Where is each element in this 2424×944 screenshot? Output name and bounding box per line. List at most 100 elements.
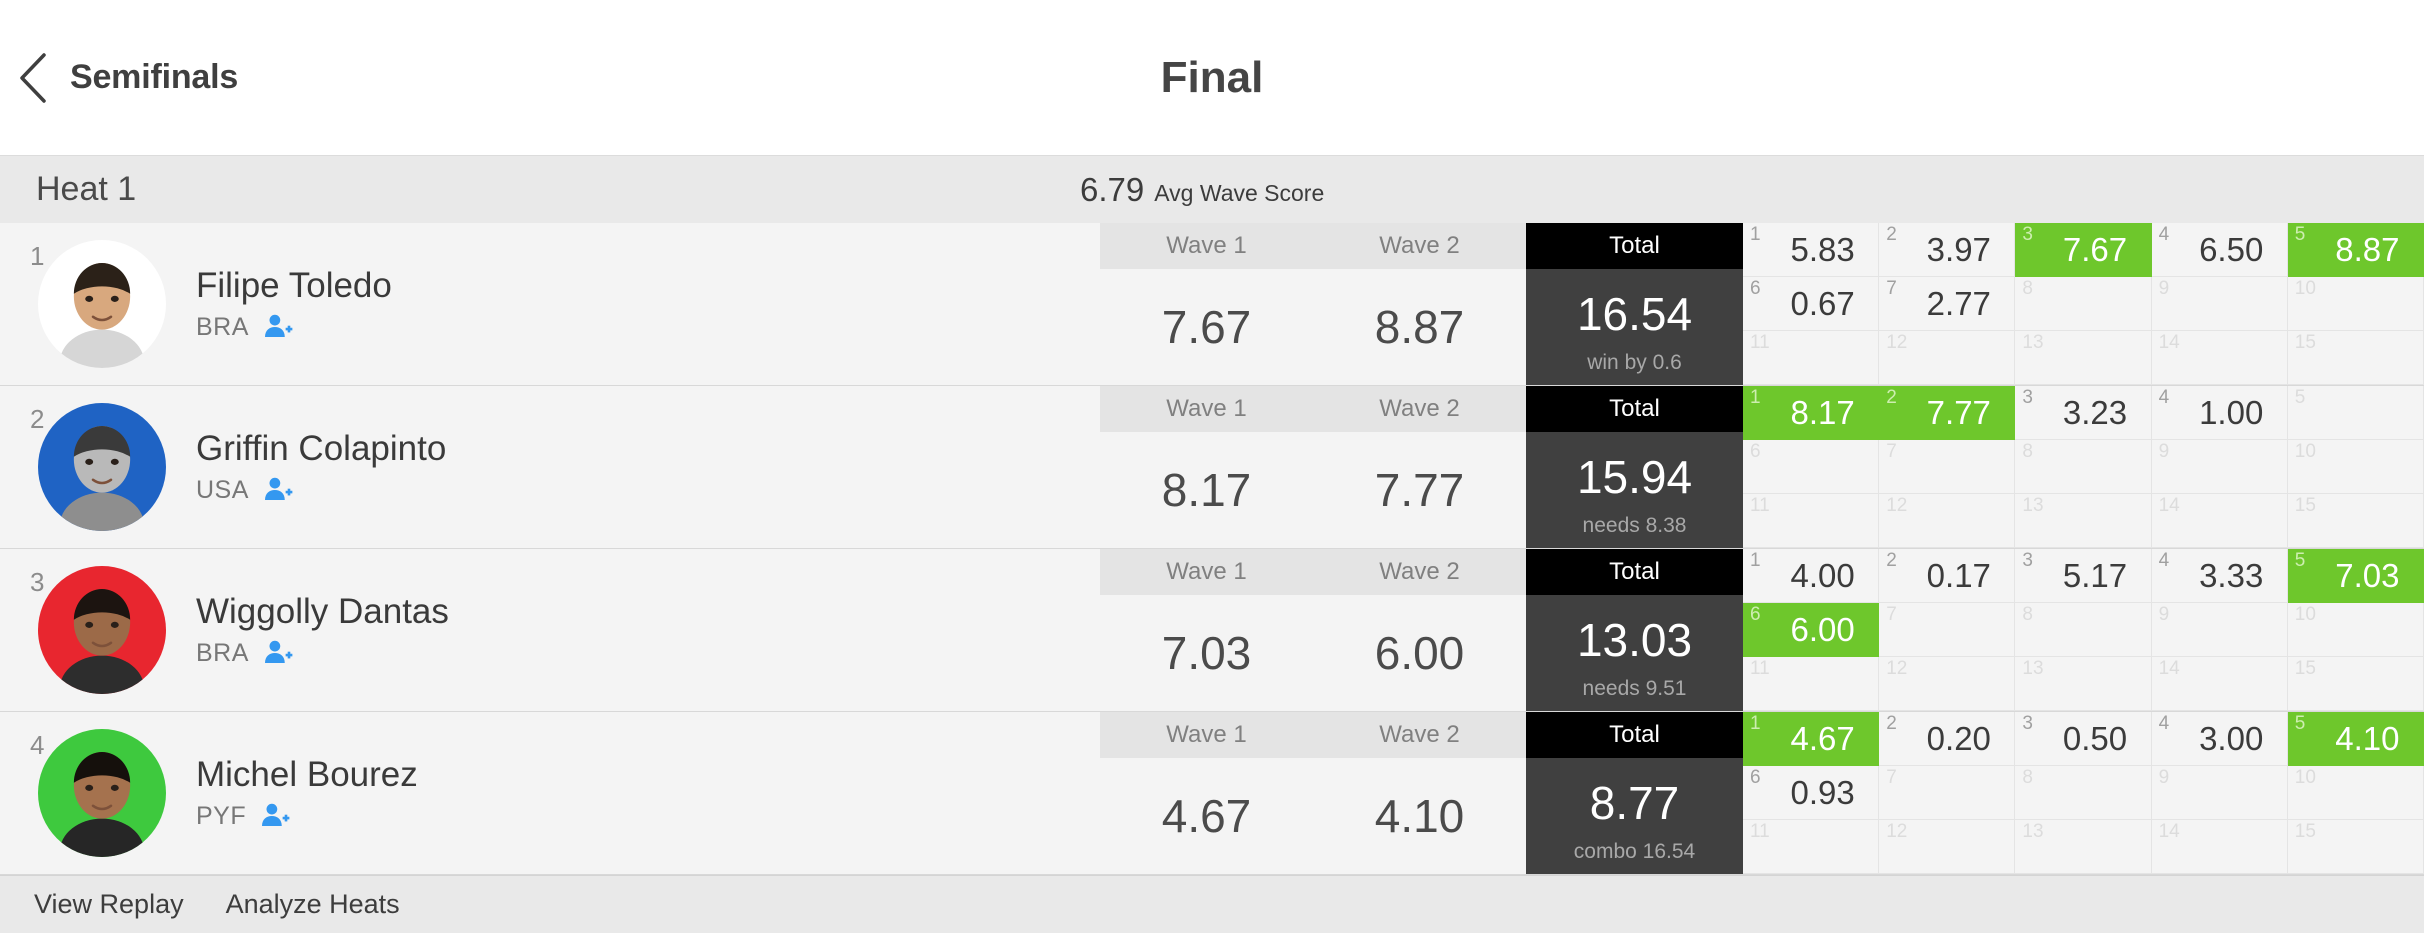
- wave-cell[interactable]: 4 3.00: [2151, 712, 2288, 766]
- wave-cell[interactable]: 3 7.67: [2015, 223, 2152, 277]
- back-to-semifinals-link[interactable]: Semifinals: [0, 52, 238, 104]
- wave-cell[interactable]: 15: [2287, 820, 2424, 874]
- wave-cell[interactable]: 15: [2287, 657, 2424, 711]
- total-score: 13.03: [1576, 614, 1693, 666]
- wave-number: 1: [1750, 387, 1761, 408]
- wave-number: 5: [2294, 387, 2306, 408]
- wave2-column: Wave 2 7.77: [1313, 386, 1526, 548]
- add-person-icon[interactable]: [263, 312, 293, 342]
- wave-score-grid: 1 4.67 2 0.20 3 0.50 4 3.00 5 4.10 6 0.93 7 8 9 10 11 12 1…: [1743, 712, 2424, 874]
- wave-cell[interactable]: 10: [2287, 277, 2424, 331]
- wave-cell[interactable]: 8: [2015, 277, 2152, 331]
- wave-cell[interactable]: 13: [2015, 331, 2152, 385]
- wave-cell[interactable]: 13: [2015, 494, 2152, 548]
- wave-cell[interactable]: 1 8.17: [1743, 386, 1880, 440]
- wave-cell[interactable]: 11: [1743, 657, 1880, 711]
- table-row[interactable]: 3 Wiggolly Dantas BRA Wave 1 7.03 Wave 2 6.00 T…: [0, 549, 2424, 712]
- wave-cell[interactable]: 3 0.50: [2015, 712, 2152, 766]
- heat-name: Heat 1: [36, 170, 137, 208]
- wave-cell[interactable]: 15: [2287, 494, 2424, 548]
- wave-cell[interactable]: 6 0.67: [1743, 277, 1880, 331]
- athlete-cell[interactable]: 4 Michel Bourez PYF: [0, 712, 1100, 874]
- wave-cell[interactable]: 13: [2015, 657, 2152, 711]
- wave-score: 1.00: [2199, 393, 2264, 431]
- wave-number: 9: [2158, 767, 2170, 788]
- wave-cell[interactable]: 8: [2015, 766, 2152, 820]
- table-row[interactable]: 2 Griffin Colapinto USA Wave 1 8.17 Wave 2 7.7…: [0, 386, 2424, 549]
- wave-cell[interactable]: 4 3.33: [2151, 549, 2288, 603]
- wave-cell[interactable]: 11: [1743, 820, 1880, 874]
- view-replay-link[interactable]: View Replay: [34, 889, 184, 920]
- wave-cell[interactable]: 12: [1879, 331, 2016, 385]
- wave-cell[interactable]: 6: [1743, 440, 1880, 494]
- wave-cell[interactable]: 5 7.03: [2287, 549, 2424, 603]
- wave-cell[interactable]: 4 6.50: [2151, 223, 2288, 277]
- analyze-heats-link[interactable]: Analyze Heats: [226, 889, 400, 920]
- table-row[interactable]: 4 Michel Bourez PYF Wave 1 4.67 Wave 2 4.10 Tot…: [0, 712, 2424, 875]
- score-columns: Wave 1 4.67 Wave 2 4.10 Total 8.77 combo 16.54: [1100, 712, 1743, 874]
- athlete-cell[interactable]: 1 Filipe Toledo BRA: [0, 223, 1100, 385]
- wave-cell[interactable]: 11: [1743, 494, 1880, 548]
- wave-cell[interactable]: 10: [2287, 440, 2424, 494]
- wave-cell[interactable]: 2 3.97: [1879, 223, 2016, 277]
- wave-cell[interactable]: 15: [2287, 331, 2424, 385]
- wave-cell[interactable]: 13: [2015, 820, 2152, 874]
- wave-cell[interactable]: 14: [2151, 494, 2288, 548]
- wave-cell[interactable]: 2 0.17: [1879, 549, 2016, 603]
- wave-score: 7.67: [2062, 230, 2128, 268]
- athlete-cell[interactable]: 2 Griffin Colapinto USA: [0, 386, 1100, 548]
- wave-cell[interactable]: 3 3.23: [2015, 386, 2152, 440]
- wave-number: 15: [2294, 821, 2316, 842]
- wave-number: 12: [1886, 332, 1908, 353]
- wave-cell[interactable]: 7: [1879, 766, 2016, 820]
- wave-cell[interactable]: 5 8.87: [2287, 223, 2424, 277]
- athlete-name: Wiggolly Dantas: [196, 591, 449, 631]
- wave2-column: Wave 2 8.87: [1313, 223, 1526, 385]
- wave-cell[interactable]: 5: [2287, 386, 2424, 440]
- wave-cell[interactable]: 12: [1879, 820, 2016, 874]
- wave1-header: Wave 1: [1100, 549, 1313, 595]
- wave-number: 3: [2022, 387, 2033, 408]
- wave-cell[interactable]: 1 4.00: [1743, 549, 1880, 603]
- wave-cell[interactable]: 7: [1879, 440, 2016, 494]
- add-person-icon[interactable]: [260, 801, 290, 831]
- wave1-header: Wave 1: [1100, 712, 1313, 758]
- wave1-score: 8.17: [1100, 432, 1313, 548]
- wave-cell[interactable]: 11: [1743, 331, 1880, 385]
- wave-cell[interactable]: 10: [2287, 766, 2424, 820]
- wave-cell[interactable]: 9: [2151, 440, 2288, 494]
- avg-wave-score-label: Avg Wave Score: [1154, 179, 1325, 206]
- wave-score: 0.17: [1926, 556, 1991, 594]
- wave-cell[interactable]: 2 7.77: [1879, 386, 2016, 440]
- wave-cell[interactable]: 3 5.17: [2015, 549, 2152, 603]
- wave-cell[interactable]: 12: [1879, 494, 2016, 548]
- table-row[interactable]: 1 Filipe Toledo BRA Wave 1 7.67 Wave 2 8.87 Tot…: [0, 223, 2424, 386]
- wave-cell[interactable]: 8: [2015, 440, 2152, 494]
- wave-cell[interactable]: 9: [2151, 277, 2288, 331]
- wave-number: 3: [2022, 713, 2033, 734]
- athlete-name: Griffin Colapinto: [196, 428, 447, 468]
- wave-cell[interactable]: 12: [1879, 657, 2016, 711]
- wave-cell[interactable]: 14: [2151, 331, 2288, 385]
- wave-cell[interactable]: 4 1.00: [2151, 386, 2288, 440]
- wave-cell[interactable]: 14: [2151, 657, 2288, 711]
- athlete-cell[interactable]: 3 Wiggolly Dantas BRA: [0, 549, 1100, 711]
- wave-cell[interactable]: 10: [2287, 603, 2424, 657]
- wave-cell[interactable]: 9: [2151, 603, 2288, 657]
- wave-number: 10: [2294, 441, 2316, 462]
- wave-cell[interactable]: 7 2.77: [1879, 277, 2016, 331]
- wave-cell[interactable]: 5 4.10: [2287, 712, 2424, 766]
- wave-cell[interactable]: 6 0.93: [1743, 766, 1880, 820]
- wave2-score: 7.77: [1313, 432, 1526, 548]
- wave-number: 6: [1750, 441, 1761, 462]
- wave-cell[interactable]: 1 5.83: [1743, 223, 1880, 277]
- wave-cell[interactable]: 8: [2015, 603, 2152, 657]
- wave-cell[interactable]: 7: [1879, 603, 2016, 657]
- wave-cell[interactable]: 9: [2151, 766, 2288, 820]
- wave-cell[interactable]: 2 0.20: [1879, 712, 2016, 766]
- wave-cell[interactable]: 1 4.67: [1743, 712, 1880, 766]
- wave-cell[interactable]: 6 6.00: [1743, 603, 1880, 657]
- add-person-icon[interactable]: [263, 638, 293, 668]
- add-person-icon[interactable]: [263, 475, 293, 505]
- wave-cell[interactable]: 14: [2151, 820, 2288, 874]
